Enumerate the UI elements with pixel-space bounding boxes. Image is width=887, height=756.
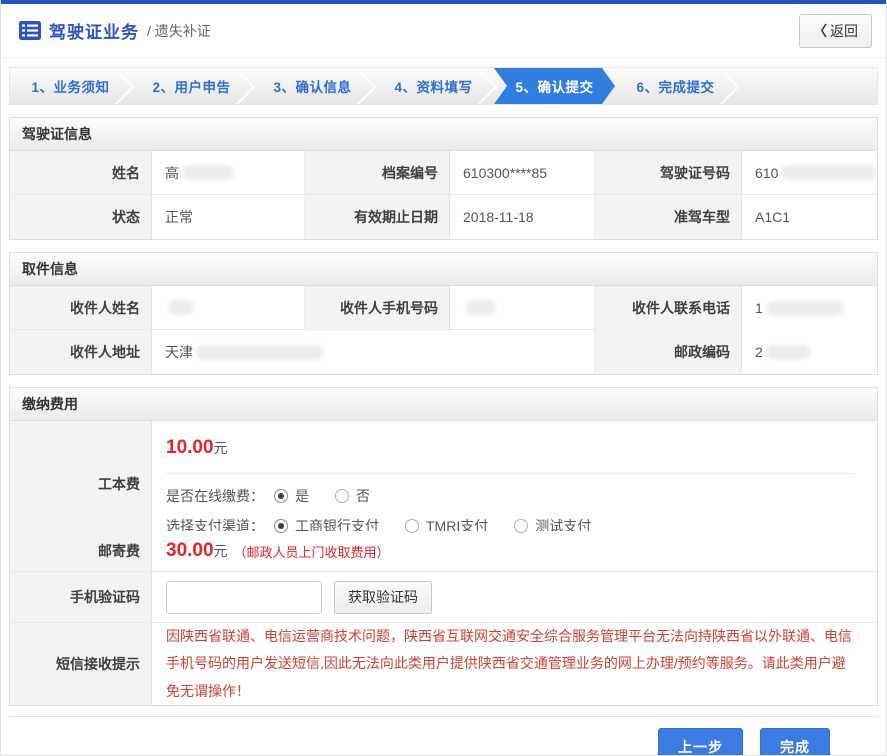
- breadcrumb: / 遗失补证: [147, 21, 211, 41]
- vehicle-class-label: 准驾车型: [595, 195, 742, 239]
- card-fee-row: 工本费 10.00元 是否在线缴费： 是 否 选择支付渠道： 工商银行支付 TM…: [10, 421, 877, 531]
- status-label: 状态: [10, 195, 152, 239]
- license-info-section: 驾驶证信息 姓名 高 档案编号 610300****85 驾驶证号码 610 状…: [9, 117, 878, 240]
- radio-online-no[interactable]: 否: [335, 486, 370, 506]
- pickup-table: 收件人姓名 收件人手机号码 收件人联系电话 1 收件人地址 天津 邮政编码 2: [10, 286, 877, 374]
- step-label: 1、业务须知: [31, 76, 109, 96]
- radio-unchecked-icon: [405, 519, 419, 533]
- postage-amount: 30.00: [166, 540, 214, 562]
- online-pay-option-line: 是否在线缴费： 是 否: [166, 486, 857, 506]
- step-2-declare[interactable]: 2、用户申告: [131, 68, 252, 104]
- postage-unit: 元: [214, 541, 228, 561]
- recipient-phone-label: 收件人联系电话: [595, 286, 742, 330]
- page: 驾驶证业务 / 遗失补证 〈返回 1、业务须知 2、用户申告 3、确认信息 4、…: [0, 0, 887, 756]
- redaction-blur: [182, 165, 234, 180]
- radio-checked-icon: [274, 519, 288, 533]
- sms-notice-text: 因陕西省联通、电信运营商技术问题，陕西省互联网交通安全综合服务管理平台无法向持陕…: [152, 623, 877, 705]
- step-wizard: 1、业务须知 2、用户申告 3、确认信息 4、资料填写 5、确认提交 6、完成提…: [9, 67, 878, 105]
- pickup-section-title: 取件信息: [10, 253, 877, 286]
- file-number-value: 610300****85: [450, 151, 595, 195]
- back-button[interactable]: 〈返回: [799, 14, 872, 48]
- pickup-info-section: 取件信息 收件人姓名 收件人手机号码 收件人联系电话 1 收件人地址 天津 邮政…: [9, 252, 878, 375]
- postage-fee-row: 邮寄费 30.00元 （邮政人员上门收取费用）: [10, 531, 877, 572]
- payment-section-title: 缴纳费用: [10, 388, 877, 421]
- sms-code-label: 手机验证码: [10, 572, 152, 622]
- file-number-label: 档案编号: [305, 151, 450, 195]
- step-label: 5、确认提交: [515, 76, 593, 96]
- zip-code-label: 邮政编码: [595, 330, 742, 374]
- card-fee-label: 工本费: [10, 421, 152, 546]
- license-table: 姓名 高 档案编号 610300****85 驾驶证号码 610 状态 正常 有…: [10, 151, 877, 239]
- postage-fee-label: 邮寄费: [10, 531, 152, 571]
- license-number-label: 驾驶证号码: [595, 151, 742, 195]
- redaction-blur: [766, 301, 844, 316]
- step-label: 2、用户申告: [152, 76, 230, 96]
- get-sms-code-button[interactable]: 获取验证码: [334, 581, 432, 614]
- previous-step-button[interactable]: 上一步: [658, 728, 743, 756]
- card-fee-unit: 元: [214, 440, 228, 456]
- step-label: 6、完成提交: [636, 76, 714, 96]
- postage-note: （邮政人员上门收取费用）: [234, 542, 390, 561]
- radio-label: 否: [356, 486, 370, 506]
- postage-fee-content: 30.00元 （邮政人员上门收取费用）: [152, 531, 877, 571]
- recipient-mobile-label: 收件人手机号码: [305, 286, 450, 330]
- redaction-blur: [196, 345, 324, 360]
- recipient-mobile-value: [450, 286, 595, 330]
- radio-unchecked-icon: [335, 489, 349, 503]
- sms-code-content: 获取验证码: [152, 572, 877, 622]
- zip-code-value: 2: [742, 330, 877, 374]
- radio-checked-icon: [274, 489, 288, 503]
- license-number-value: 610: [742, 151, 877, 195]
- recipient-name-label: 收件人姓名: [10, 286, 152, 330]
- vehicle-class-value: A1C1: [742, 195, 877, 239]
- online-pay-question: 是否在线缴费：: [166, 486, 264, 506]
- expiry-date-value: 2018-11-18: [450, 195, 595, 239]
- page-title: 驾驶证业务: [49, 18, 139, 43]
- footer-actions: 上一步 完成: [9, 716, 878, 756]
- radio-label: 是: [295, 486, 309, 506]
- finish-button[interactable]: 完成: [760, 728, 830, 756]
- header: 驾驶证业务 / 遗失补证 〈返回: [1, 4, 886, 58]
- back-chevron-icon: 〈: [813, 24, 827, 40]
- sms-code-row: 手机验证码 获取验证码: [10, 572, 877, 623]
- radio-online-yes[interactable]: 是: [274, 486, 309, 506]
- step-3-confirm-info[interactable]: 3、确认信息: [252, 68, 373, 104]
- redaction-blur: [781, 165, 877, 180]
- expiry-date-label: 有效期止日期: [305, 195, 450, 239]
- card-fee-amount-line: 10.00元: [166, 421, 857, 459]
- license-section-title: 驾驶证信息: [10, 118, 877, 151]
- redaction-blur: [766, 345, 810, 360]
- back-button-label: 返回: [830, 23, 858, 39]
- sms-notice-row: 短信接收提示 因陕西省联通、电信运营商技术问题，陕西省互联网交通安全综合服务管理…: [10, 623, 877, 705]
- sms-notice-label: 短信接收提示: [10, 623, 152, 705]
- recipient-address-value: 天津: [152, 330, 595, 374]
- name-label: 姓名: [10, 151, 152, 195]
- step-bar-tail: [736, 68, 877, 104]
- redaction-blur: [466, 300, 496, 315]
- business-list-icon: [19, 21, 41, 40]
- step-6-finish[interactable]: 6、完成提交: [615, 68, 736, 104]
- status-value: 正常: [152, 195, 305, 239]
- step-4-fill-data[interactable]: 4、资料填写: [373, 68, 494, 104]
- card-fee-amount: 10.00: [166, 437, 214, 458]
- step-5-confirm-submit-active[interactable]: 5、确认提交: [494, 68, 615, 104]
- recipient-name-value: [152, 286, 305, 330]
- recipient-phone-value: 1: [742, 286, 877, 330]
- step-1-notice[interactable]: 1、业务须知: [10, 68, 131, 104]
- step-label: 4、资料填写: [394, 76, 472, 96]
- name-value: 高: [152, 151, 305, 195]
- recipient-address-label: 收件人地址: [10, 330, 152, 374]
- payment-section: 缴纳费用 工本费 10.00元 是否在线缴费： 是 否 选择支付渠道： 工商银行…: [9, 387, 878, 706]
- step-label: 3、确认信息: [273, 76, 351, 96]
- redaction-blur: [168, 300, 194, 315]
- sms-code-input[interactable]: [166, 581, 322, 614]
- card-fee-content: 10.00元 是否在线缴费： 是 否 选择支付渠道： 工商银行支付 TMRI支付…: [152, 421, 877, 546]
- fee-divider: [166, 473, 853, 474]
